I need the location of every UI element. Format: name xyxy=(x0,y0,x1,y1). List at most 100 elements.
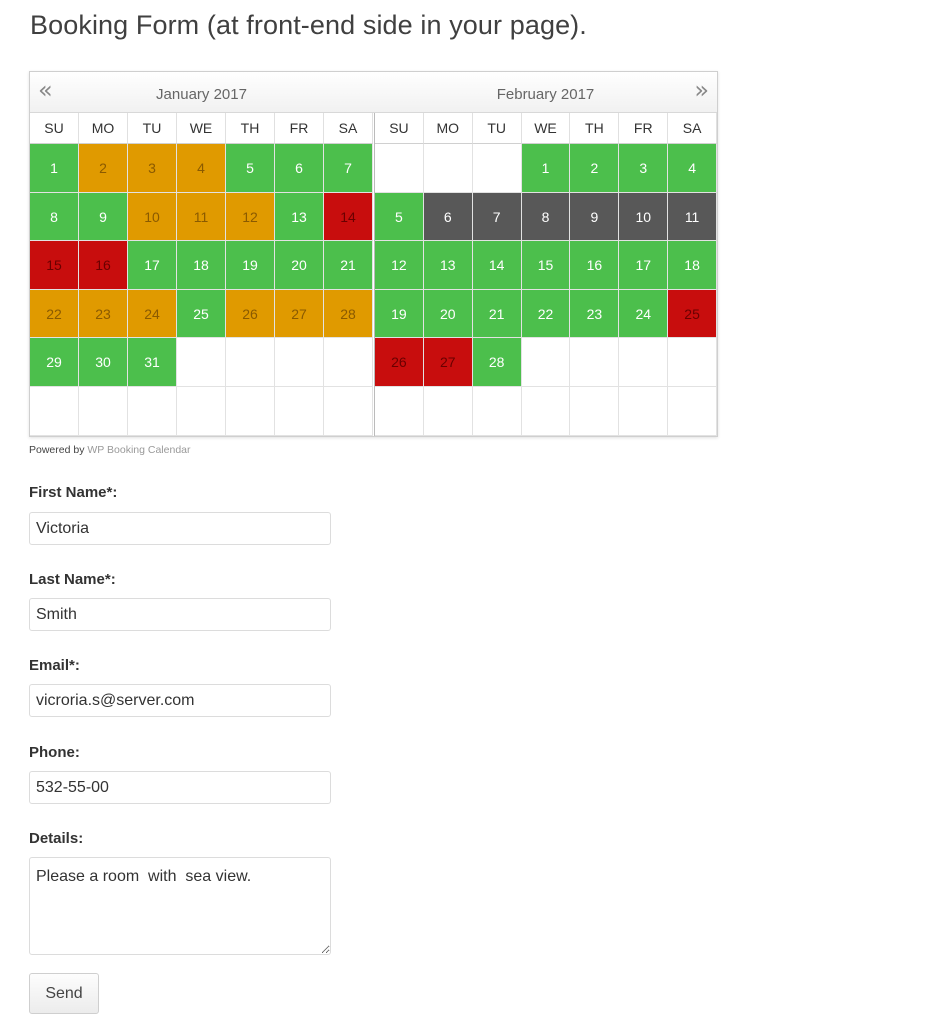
calendar-empty-cell xyxy=(275,338,324,387)
email-input[interactable] xyxy=(29,684,331,717)
calendar-day-available[interactable]: 2 xyxy=(570,144,620,193)
calendar-day-available[interactable]: 4 xyxy=(668,144,718,193)
calendar-day-past: 9 xyxy=(570,192,620,242)
calendar-day-pending[interactable]: 24 xyxy=(128,289,177,339)
calendar-day-available[interactable]: 18 xyxy=(668,241,718,290)
calendar-week-row: 8 9 10 11 12 13 14 xyxy=(30,192,373,242)
calendar-empty-cell xyxy=(324,386,373,436)
calendar-week-row: 5 6 7 8 9 10 11 xyxy=(375,192,718,242)
calendar-empty-cell xyxy=(226,338,275,387)
calendar-day-available[interactable]: 1 xyxy=(30,144,79,193)
calendar-day-pending[interactable]: 11 xyxy=(177,192,226,242)
calendar-day-available[interactable]: 8 xyxy=(30,192,79,242)
calendar-empty-cell xyxy=(226,386,275,436)
calendar-day-pending[interactable]: 2 xyxy=(79,144,128,193)
page-title: Booking Form (at front-end side in your … xyxy=(30,10,587,40)
calendar-empty-cell xyxy=(128,386,177,436)
weekday-label: SA xyxy=(324,113,373,144)
calendar-day-pending[interactable]: 23 xyxy=(79,289,128,339)
phone-input[interactable] xyxy=(29,771,331,804)
calendar-day-available[interactable]: 31 xyxy=(128,338,177,387)
calendar-day-pending[interactable]: 3 xyxy=(128,144,177,193)
calendar-day-available[interactable]: 23 xyxy=(570,289,620,339)
first-name-label: First Name*: xyxy=(29,484,118,501)
calendar-week-row: 15 16 17 18 19 20 21 xyxy=(30,241,373,290)
calendar-day-available[interactable]: 3 xyxy=(619,144,669,193)
calendar-day-available[interactable]: 15 xyxy=(521,241,571,290)
calendar-day-available[interactable]: 25 xyxy=(177,289,226,339)
calendar-empty-cell xyxy=(375,144,424,193)
calendar-day-available[interactable]: 21 xyxy=(324,241,373,290)
weekday-label: TU xyxy=(128,113,177,144)
calendar-day-pending[interactable]: 28 xyxy=(324,289,373,339)
calendar-week-row: 1234 xyxy=(375,144,718,193)
calendar-day-booked[interactable]: 26 xyxy=(375,338,424,387)
calendar-empty-cell xyxy=(177,338,226,387)
calendar-day-available[interactable]: 1 xyxy=(521,144,571,193)
booking-calendar: « January 2017 February 2017 » SU MO TU WE T… xyxy=(29,71,718,437)
calendar-week-row: 12 13 14 15 16 17 18 xyxy=(375,241,718,290)
calendar-day-available[interactable]: 19 xyxy=(375,289,424,339)
calendar-day-available[interactable]: 9 xyxy=(79,192,128,242)
last-name-input[interactable] xyxy=(29,598,331,631)
calendar-day-booked[interactable]: 15 xyxy=(30,241,79,290)
calendar-day-available[interactable]: 13 xyxy=(275,192,324,242)
calendar-day-pending[interactable]: 10 xyxy=(128,192,177,242)
first-name-input[interactable] xyxy=(29,512,331,545)
calendar-day-available[interactable]: 16 xyxy=(570,241,620,290)
calendar-day-available[interactable]: 24 xyxy=(619,289,669,339)
calendar-day-available[interactable]: 29 xyxy=(30,338,79,387)
calendar-day-available[interactable]: 14 xyxy=(472,241,522,290)
month-grid-february: SU MO TU WE TH FR SA 1 2 3 4 5 6 7 8 9 10 11 12 13 14 15 16 17 1… xyxy=(374,113,718,436)
calendar-day-available[interactable]: 12 xyxy=(375,241,424,290)
calendar-day-booked[interactable]: 27 xyxy=(423,338,473,387)
calendar-day-pending[interactable]: 4 xyxy=(177,144,226,193)
calendar-day-available[interactable]: 22 xyxy=(521,289,571,339)
calendar-empty-cell xyxy=(423,144,473,193)
calendar-day-available[interactable]: 20 xyxy=(275,241,324,290)
calendar-day-past: 10 xyxy=(619,192,669,242)
powered-by-link[interactable]: WP Booking Calendar xyxy=(87,444,190,456)
calendar-day-available[interactable]: 19 xyxy=(226,241,275,290)
calendar-day-booked[interactable]: 14 xyxy=(324,192,373,242)
calendar-day-available[interactable]: 28 xyxy=(472,338,522,387)
weekday-label: MO xyxy=(423,113,473,144)
calendar-day-available[interactable]: 20 xyxy=(423,289,473,339)
next-month-arrow-icon[interactable]: » xyxy=(694,78,709,102)
calendar-header: « January 2017 February 2017 » xyxy=(30,72,717,113)
powered-by-text: Powered by xyxy=(29,444,85,456)
calendar-day-pending[interactable]: 12 xyxy=(226,192,275,242)
calendar-day-available[interactable]: 17 xyxy=(128,241,177,290)
weekday-header-row: SU MO TU WE TH FR SA xyxy=(375,113,718,144)
last-name-label: Last Name*: xyxy=(29,571,116,588)
calendar-empty-cell xyxy=(177,386,226,436)
calendar-day-pending[interactable]: 27 xyxy=(275,289,324,339)
details-label: Details: xyxy=(29,830,84,847)
calendar-empty-cell xyxy=(423,386,473,436)
details-textarea[interactable]: Please a room with sea view. xyxy=(29,857,331,955)
calendar-week-row xyxy=(30,386,373,436)
calendar-day-pending[interactable]: 26 xyxy=(226,289,275,339)
calendar-day-available[interactable]: 5 xyxy=(226,144,275,193)
weekday-label: FR xyxy=(275,113,324,144)
calendar-week-row: 22 23 24 25 26 27 28 xyxy=(30,289,373,339)
calendar-day-available[interactable]: 17 xyxy=(619,241,669,290)
calendar-day-pending[interactable]: 22 xyxy=(30,289,79,339)
calendar-day-booked[interactable]: 25 xyxy=(668,289,718,339)
calendar-day-available[interactable]: 5 xyxy=(375,192,424,242)
send-button[interactable]: Send xyxy=(29,973,99,1014)
calendar-empty-cell xyxy=(521,386,571,436)
weekday-header-row: SU MO TU WE TH FR SA xyxy=(30,113,373,144)
calendar-day-available[interactable]: 13 xyxy=(423,241,473,290)
calendar-day-past: 11 xyxy=(668,192,718,242)
calendar-week-row: 1234567 xyxy=(30,144,373,193)
calendar-day-past: 7 xyxy=(472,192,522,242)
calendar-day-available[interactable]: 6 xyxy=(275,144,324,193)
calendar-day-available[interactable]: 21 xyxy=(472,289,522,339)
calendar-day-available[interactable]: 7 xyxy=(324,144,373,193)
weekday-label: SU xyxy=(375,113,424,144)
calendar-day-available[interactable]: 30 xyxy=(79,338,128,387)
calendar-day-available[interactable]: 18 xyxy=(177,241,226,290)
calendar-empty-cell xyxy=(619,338,669,387)
calendar-day-booked[interactable]: 16 xyxy=(79,241,128,290)
